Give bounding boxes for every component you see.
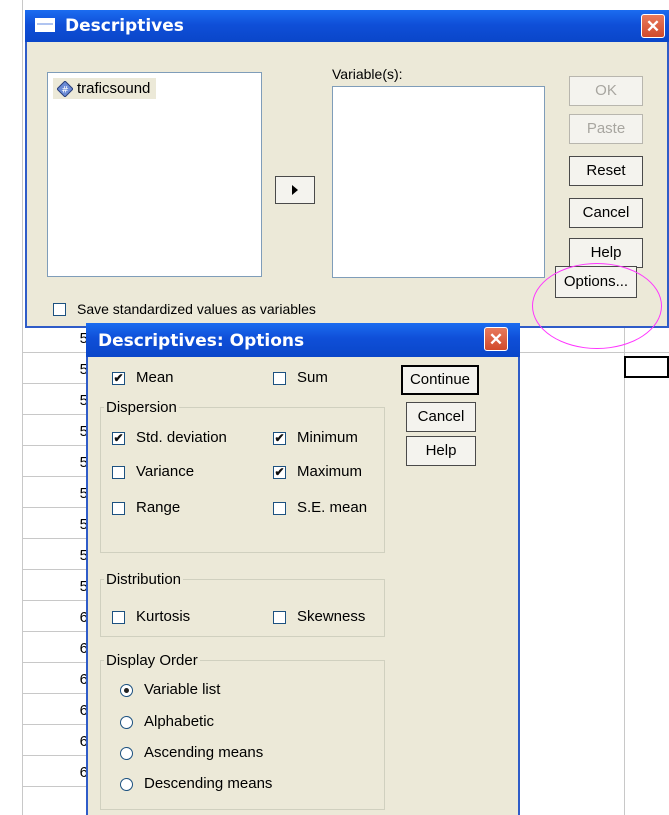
window-icon bbox=[35, 18, 55, 32]
row-number[interactable]: 5 bbox=[30, 578, 88, 595]
save-standardized-label: Save standardized values as variables bbox=[77, 301, 316, 317]
std-deviation-checkbox[interactable]: ✔ bbox=[112, 432, 125, 445]
variance-label: Variance bbox=[136, 463, 195, 480]
range-label: Range bbox=[136, 499, 181, 516]
sheet-gridline bbox=[22, 414, 92, 415]
row-number[interactable]: 6 bbox=[30, 702, 88, 719]
row-number[interactable]: 5 bbox=[30, 361, 88, 378]
ok-button[interactable]: OK bbox=[569, 76, 643, 106]
row-number[interactable]: 6 bbox=[30, 733, 88, 750]
row-number[interactable]: 6 bbox=[30, 671, 88, 688]
cancel-button[interactable]: Cancel bbox=[569, 198, 643, 228]
sheet-gridline bbox=[624, 320, 625, 815]
sheet-gridline bbox=[22, 662, 92, 663]
descriptives-titlebar[interactable]: Descriptives ✕ bbox=[25, 10, 669, 42]
options-highlight-ellipse bbox=[532, 263, 662, 349]
options-dialog: Descriptives: Options ✕ ✔ Mean Sum Conti… bbox=[86, 323, 520, 815]
descriptives-title: Descriptives bbox=[65, 16, 184, 36]
skewness-checkbox[interactable] bbox=[273, 611, 286, 624]
row-number[interactable]: 5 bbox=[30, 423, 88, 440]
continue-button[interactable]: Continue bbox=[401, 365, 479, 395]
row-number[interactable]: 5 bbox=[30, 392, 88, 409]
sheet-gridline bbox=[22, 755, 92, 756]
sheet-gridline bbox=[22, 724, 92, 725]
sheet-gridline bbox=[22, 445, 92, 446]
dispersion-title: Dispersion bbox=[104, 399, 179, 416]
sheet-gridline bbox=[22, 786, 92, 787]
options-cancel-button[interactable]: Cancel bbox=[406, 402, 476, 432]
sheet-gridline bbox=[22, 631, 92, 632]
options-title: Descriptives: Options bbox=[98, 331, 305, 351]
std-deviation-label: Std. deviation bbox=[136, 429, 227, 446]
variable-name: traficsound bbox=[77, 80, 151, 97]
kurtosis-label: Kurtosis bbox=[136, 608, 191, 625]
close-icon: ✕ bbox=[645, 17, 661, 36]
arrow-right-icon bbox=[292, 184, 298, 195]
ascending-means-radio[interactable] bbox=[120, 747, 133, 760]
row-number[interactable]: 5 bbox=[30, 485, 88, 502]
variance-checkbox[interactable] bbox=[112, 466, 125, 479]
maximum-checkbox[interactable]: ✔ bbox=[273, 466, 286, 479]
close-icon: ✕ bbox=[488, 330, 504, 349]
ascending-means-label: Ascending means bbox=[144, 744, 264, 761]
move-variable-button[interactable] bbox=[275, 176, 315, 204]
sheet-gridline bbox=[22, 693, 92, 694]
variable-list-radio[interactable] bbox=[120, 684, 133, 697]
se-mean-label: S.E. mean bbox=[297, 499, 368, 516]
sheet-gridline bbox=[22, 600, 92, 601]
source-variable-list[interactable]: # traficsound bbox=[47, 72, 262, 277]
minimum-label: Minimum bbox=[297, 429, 358, 446]
list-item[interactable]: # traficsound bbox=[53, 78, 157, 99]
options-help-button[interactable]: Help bbox=[406, 436, 476, 466]
active-cell[interactable] bbox=[624, 356, 669, 378]
sheet-gridline bbox=[22, 476, 92, 477]
range-checkbox[interactable] bbox=[112, 502, 125, 515]
sheet-gridline bbox=[520, 352, 669, 353]
mean-checkbox[interactable]: ✔ bbox=[112, 372, 125, 385]
alphabetic-radio[interactable] bbox=[120, 716, 133, 729]
sum-label: Sum bbox=[297, 369, 328, 386]
sheet-gridline bbox=[22, 569, 92, 570]
alphabetic-label: Alphabetic bbox=[144, 713, 215, 730]
row-number[interactable]: 6 bbox=[30, 640, 88, 657]
sum-checkbox[interactable] bbox=[273, 372, 286, 385]
se-mean-checkbox[interactable] bbox=[273, 502, 286, 515]
mean-label: Mean bbox=[136, 369, 174, 386]
numeric-variable-icon: # bbox=[56, 79, 74, 98]
sheet-gridline bbox=[22, 538, 92, 539]
variable-list-label: Variable list bbox=[144, 681, 221, 698]
reset-button[interactable]: Reset bbox=[569, 156, 643, 186]
sheet-gridline bbox=[22, 352, 92, 353]
variables-label: Variable(s): bbox=[332, 66, 403, 82]
row-number[interactable]: 6 bbox=[30, 764, 88, 781]
sheet-gridline bbox=[22, 383, 92, 384]
row-number[interactable]: 6 bbox=[30, 609, 88, 626]
descending-means-label: Descending means bbox=[144, 775, 273, 792]
maximum-label: Maximum bbox=[297, 463, 363, 480]
close-button[interactable]: ✕ bbox=[641, 14, 665, 38]
descending-means-radio[interactable] bbox=[120, 778, 133, 791]
distribution-title: Distribution bbox=[104, 571, 184, 588]
row-number[interactable]: 5 bbox=[30, 516, 88, 533]
kurtosis-checkbox[interactable] bbox=[112, 611, 125, 624]
display-order-title: Display Order bbox=[104, 652, 200, 669]
minimum-checkbox[interactable]: ✔ bbox=[273, 432, 286, 445]
options-close-button[interactable]: ✕ bbox=[484, 327, 508, 351]
row-number[interactable]: 5 bbox=[30, 454, 88, 471]
row-number[interactable]: 5 bbox=[30, 547, 88, 564]
save-standardized-checkbox[interactable] bbox=[53, 303, 66, 316]
paste-button[interactable]: Paste bbox=[569, 114, 643, 144]
svg-text:#: # bbox=[61, 85, 69, 95]
skewness-label: Skewness bbox=[297, 608, 366, 625]
row-number[interactable]: 5 bbox=[30, 330, 88, 347]
variables-list[interactable] bbox=[332, 86, 545, 278]
sheet-gridline bbox=[22, 507, 92, 508]
options-titlebar[interactable]: Descriptives: Options ✕ bbox=[86, 323, 520, 357]
